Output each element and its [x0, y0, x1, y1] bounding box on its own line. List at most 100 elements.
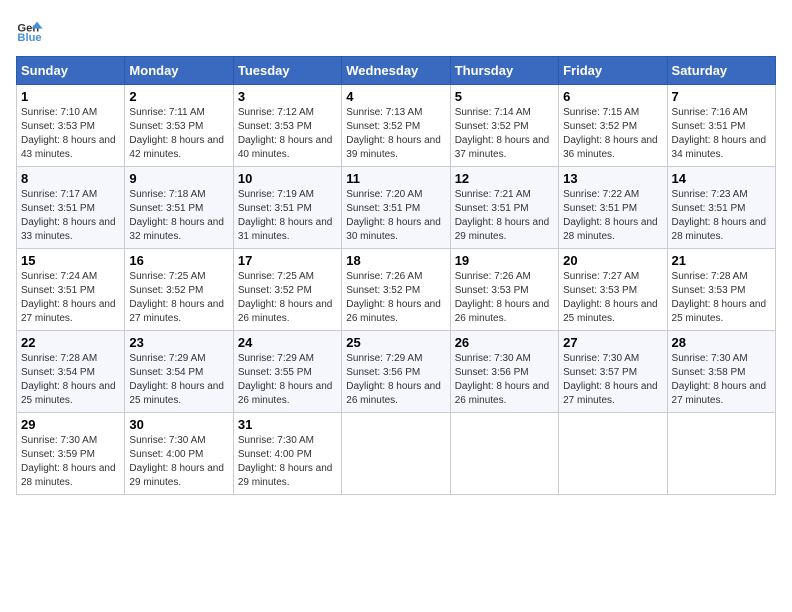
- day-number: 18: [346, 253, 445, 268]
- day-detail: Sunrise: 7:30 AM Sunset: 3:56 PM Dayligh…: [455, 353, 550, 406]
- day-detail: Sunrise: 7:17 AM Sunset: 3:51 PM Dayligh…: [21, 189, 116, 242]
- calendar-cell: 27 Sunrise: 7:30 AM Sunset: 3:57 PM Dayl…: [559, 331, 667, 413]
- calendar-week-2: 8 Sunrise: 7:17 AM Sunset: 3:51 PM Dayli…: [17, 167, 776, 249]
- day-detail: Sunrise: 7:16 AM Sunset: 3:51 PM Dayligh…: [672, 107, 767, 160]
- day-number: 11: [346, 171, 445, 186]
- day-number: 13: [563, 171, 662, 186]
- day-number: 23: [129, 335, 228, 350]
- calendar-cell: 22 Sunrise: 7:28 AM Sunset: 3:54 PM Dayl…: [17, 331, 125, 413]
- day-number: 14: [672, 171, 771, 186]
- calendar-cell: 14 Sunrise: 7:23 AM Sunset: 3:51 PM Dayl…: [667, 167, 775, 249]
- calendar-table: SundayMondayTuesdayWednesdayThursdayFrid…: [16, 56, 776, 495]
- calendar-cell: 17 Sunrise: 7:25 AM Sunset: 3:52 PM Dayl…: [233, 249, 341, 331]
- day-number: 10: [238, 171, 337, 186]
- calendar-week-3: 15 Sunrise: 7:24 AM Sunset: 3:51 PM Dayl…: [17, 249, 776, 331]
- calendar-cell: 28 Sunrise: 7:30 AM Sunset: 3:58 PM Dayl…: [667, 331, 775, 413]
- day-detail: Sunrise: 7:30 AM Sunset: 4:00 PM Dayligh…: [129, 435, 224, 488]
- day-detail: Sunrise: 7:30 AM Sunset: 3:57 PM Dayligh…: [563, 353, 658, 406]
- calendar-week-4: 22 Sunrise: 7:28 AM Sunset: 3:54 PM Dayl…: [17, 331, 776, 413]
- day-number: 1: [21, 89, 120, 104]
- calendar-cell: 8 Sunrise: 7:17 AM Sunset: 3:51 PM Dayli…: [17, 167, 125, 249]
- col-header-tuesday: Tuesday: [233, 57, 341, 85]
- day-number: 24: [238, 335, 337, 350]
- col-header-sunday: Sunday: [17, 57, 125, 85]
- day-detail: Sunrise: 7:25 AM Sunset: 3:52 PM Dayligh…: [238, 271, 333, 324]
- day-number: 25: [346, 335, 445, 350]
- col-header-saturday: Saturday: [667, 57, 775, 85]
- calendar-cell: 25 Sunrise: 7:29 AM Sunset: 3:56 PM Dayl…: [342, 331, 450, 413]
- calendar-week-5: 29 Sunrise: 7:30 AM Sunset: 3:59 PM Dayl…: [17, 413, 776, 495]
- calendar-cell: 2 Sunrise: 7:11 AM Sunset: 3:53 PM Dayli…: [125, 85, 233, 167]
- day-detail: Sunrise: 7:22 AM Sunset: 3:51 PM Dayligh…: [563, 189, 658, 242]
- day-number: 3: [238, 89, 337, 104]
- day-number: 12: [455, 171, 554, 186]
- day-number: 30: [129, 417, 228, 432]
- day-detail: Sunrise: 7:19 AM Sunset: 3:51 PM Dayligh…: [238, 189, 333, 242]
- calendar-cell: 26 Sunrise: 7:30 AM Sunset: 3:56 PM Dayl…: [450, 331, 558, 413]
- day-number: 27: [563, 335, 662, 350]
- day-number: 6: [563, 89, 662, 104]
- day-detail: Sunrise: 7:25 AM Sunset: 3:52 PM Dayligh…: [129, 271, 224, 324]
- day-detail: Sunrise: 7:29 AM Sunset: 3:56 PM Dayligh…: [346, 353, 441, 406]
- day-detail: Sunrise: 7:18 AM Sunset: 3:51 PM Dayligh…: [129, 189, 224, 242]
- calendar-cell: 24 Sunrise: 7:29 AM Sunset: 3:55 PM Dayl…: [233, 331, 341, 413]
- day-detail: Sunrise: 7:30 AM Sunset: 4:00 PM Dayligh…: [238, 435, 333, 488]
- col-header-friday: Friday: [559, 57, 667, 85]
- day-detail: Sunrise: 7:14 AM Sunset: 3:52 PM Dayligh…: [455, 107, 550, 160]
- calendar-cell: 18 Sunrise: 7:26 AM Sunset: 3:52 PM Dayl…: [342, 249, 450, 331]
- day-detail: Sunrise: 7:10 AM Sunset: 3:53 PM Dayligh…: [21, 107, 116, 160]
- calendar-cell: 15 Sunrise: 7:24 AM Sunset: 3:51 PM Dayl…: [17, 249, 125, 331]
- day-detail: Sunrise: 7:15 AM Sunset: 3:52 PM Dayligh…: [563, 107, 658, 160]
- day-number: 8: [21, 171, 120, 186]
- calendar-cell: 31 Sunrise: 7:30 AM Sunset: 4:00 PM Dayl…: [233, 413, 341, 495]
- calendar-cell: [342, 413, 450, 495]
- day-number: 20: [563, 253, 662, 268]
- calendar-cell: 9 Sunrise: 7:18 AM Sunset: 3:51 PM Dayli…: [125, 167, 233, 249]
- day-number: 17: [238, 253, 337, 268]
- day-number: 21: [672, 253, 771, 268]
- calendar-cell: 7 Sunrise: 7:16 AM Sunset: 3:51 PM Dayli…: [667, 85, 775, 167]
- calendar-cell: 6 Sunrise: 7:15 AM Sunset: 3:52 PM Dayli…: [559, 85, 667, 167]
- day-detail: Sunrise: 7:29 AM Sunset: 3:55 PM Dayligh…: [238, 353, 333, 406]
- day-detail: Sunrise: 7:11 AM Sunset: 3:53 PM Dayligh…: [129, 107, 224, 160]
- day-detail: Sunrise: 7:29 AM Sunset: 3:54 PM Dayligh…: [129, 353, 224, 406]
- calendar-cell: 21 Sunrise: 7:28 AM Sunset: 3:53 PM Dayl…: [667, 249, 775, 331]
- day-detail: Sunrise: 7:30 AM Sunset: 3:59 PM Dayligh…: [21, 435, 116, 488]
- day-number: 4: [346, 89, 445, 104]
- day-detail: Sunrise: 7:13 AM Sunset: 3:52 PM Dayligh…: [346, 107, 441, 160]
- calendar-cell: 11 Sunrise: 7:20 AM Sunset: 3:51 PM Dayl…: [342, 167, 450, 249]
- day-number: 15: [21, 253, 120, 268]
- calendar-cell: 3 Sunrise: 7:12 AM Sunset: 3:53 PM Dayli…: [233, 85, 341, 167]
- col-header-wednesday: Wednesday: [342, 57, 450, 85]
- day-number: 29: [21, 417, 120, 432]
- calendar-cell: 13 Sunrise: 7:22 AM Sunset: 3:51 PM Dayl…: [559, 167, 667, 249]
- day-detail: Sunrise: 7:28 AM Sunset: 3:53 PM Dayligh…: [672, 271, 767, 324]
- day-number: 22: [21, 335, 120, 350]
- calendar-cell: 19 Sunrise: 7:26 AM Sunset: 3:53 PM Dayl…: [450, 249, 558, 331]
- calendar-cell: 1 Sunrise: 7:10 AM Sunset: 3:53 PM Dayli…: [17, 85, 125, 167]
- day-number: 5: [455, 89, 554, 104]
- day-detail: Sunrise: 7:21 AM Sunset: 3:51 PM Dayligh…: [455, 189, 550, 242]
- day-detail: Sunrise: 7:30 AM Sunset: 3:58 PM Dayligh…: [672, 353, 767, 406]
- calendar-cell: 20 Sunrise: 7:27 AM Sunset: 3:53 PM Dayl…: [559, 249, 667, 331]
- page-header: Gen Blue: [16, 16, 776, 44]
- calendar-cell: 5 Sunrise: 7:14 AM Sunset: 3:52 PM Dayli…: [450, 85, 558, 167]
- day-detail: Sunrise: 7:27 AM Sunset: 3:53 PM Dayligh…: [563, 271, 658, 324]
- day-number: 2: [129, 89, 228, 104]
- calendar-cell: 10 Sunrise: 7:19 AM Sunset: 3:51 PM Dayl…: [233, 167, 341, 249]
- col-header-thursday: Thursday: [450, 57, 558, 85]
- calendar-cell: 4 Sunrise: 7:13 AM Sunset: 3:52 PM Dayli…: [342, 85, 450, 167]
- day-detail: Sunrise: 7:28 AM Sunset: 3:54 PM Dayligh…: [21, 353, 116, 406]
- day-number: 26: [455, 335, 554, 350]
- logo-icon: Gen Blue: [16, 16, 44, 44]
- day-detail: Sunrise: 7:24 AM Sunset: 3:51 PM Dayligh…: [21, 271, 116, 324]
- day-number: 9: [129, 171, 228, 186]
- day-number: 7: [672, 89, 771, 104]
- day-detail: Sunrise: 7:20 AM Sunset: 3:51 PM Dayligh…: [346, 189, 441, 242]
- calendar-cell: [559, 413, 667, 495]
- day-number: 28: [672, 335, 771, 350]
- day-number: 16: [129, 253, 228, 268]
- calendar-cell: 30 Sunrise: 7:30 AM Sunset: 4:00 PM Dayl…: [125, 413, 233, 495]
- day-number: 31: [238, 417, 337, 432]
- calendar-cell: 29 Sunrise: 7:30 AM Sunset: 3:59 PM Dayl…: [17, 413, 125, 495]
